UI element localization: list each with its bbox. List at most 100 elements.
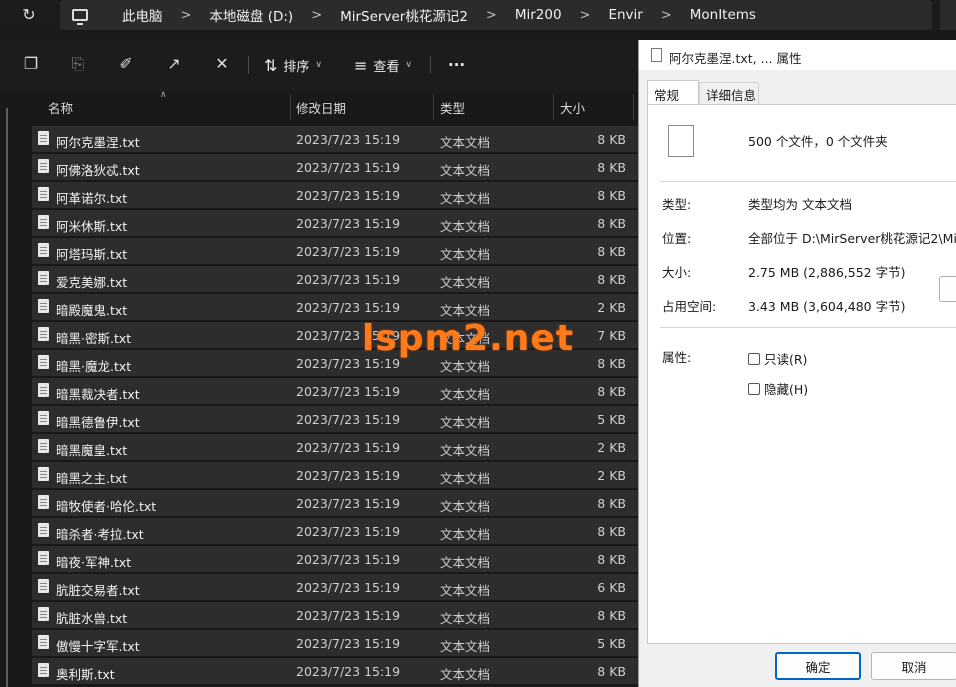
file-row[interactable]: 暗杀者·考拉.txt 2023/7/23 15:19 文本文档 8 KB — [32, 518, 638, 544]
file-date: 2023/7/23 15:19 — [296, 160, 401, 175]
file-row[interactable]: 肮脏水兽.txt 2023/7/23 15:19 文本文档 8 KB — [32, 602, 638, 628]
file-date: 2023/7/23 15:19 — [296, 188, 401, 203]
file-row[interactable]: 暗夜·军神.txt 2023/7/23 15:19 文本文档 8 KB — [32, 546, 638, 572]
file-row[interactable]: 阿尔克墨涅.txt 2023/7/23 15:19 文本文档 8 KB — [32, 126, 638, 152]
file-row[interactable]: 暗殿魔鬼.txt 2023/7/23 15:19 文本文档 2 KB — [32, 294, 638, 320]
file-row[interactable]: 暗黑德鲁伊.txt 2023/7/23 15:19 文本文档 5 KB — [32, 406, 638, 432]
file-name: 傲慢十字军.txt — [56, 639, 140, 654]
file-size: 7 KB — [597, 328, 626, 343]
breadcrumb-item[interactable]: MonItems — [690, 7, 756, 23]
toolbar-divider — [248, 56, 249, 74]
file-type: 文本文档 — [440, 611, 491, 626]
more-options-button[interactable]: ··· — [448, 54, 465, 76]
column-separator[interactable] — [433, 94, 434, 120]
text-file-icon — [38, 495, 49, 509]
paste-icon[interactable]: ⎘ — [68, 54, 88, 74]
column-separator[interactable] — [633, 94, 634, 120]
file-name: 肮脏水兽.txt — [56, 611, 128, 626]
text-file-icon — [38, 187, 49, 201]
file-row[interactable]: 阿革诺尔.txt 2023/7/23 15:19 文本文档 8 KB — [32, 182, 638, 208]
column-date[interactable]: 修改日期 — [296, 98, 346, 117]
column-name[interactable]: 名称 — [48, 98, 73, 117]
file-row[interactable]: 暗黑之主.txt 2023/7/23 15:19 文本文档 2 KB — [32, 462, 638, 488]
file-type: 文本文档 — [440, 443, 491, 458]
computer-icon[interactable] — [72, 9, 88, 25]
file-row[interactable]: 爱克美娜.txt 2023/7/23 15:19 文本文档 8 KB — [32, 266, 638, 292]
text-file-icon — [38, 299, 49, 313]
tab-details[interactable]: 详细信息 — [699, 82, 759, 104]
file-date: 2023/7/23 15:19 — [296, 608, 401, 623]
command-bar: ❐ ⎘ ✐ ↗ ✕ ⇅ 排序 ∨ ≡ 查看 ∨ ··· — [0, 38, 640, 92]
column-type[interactable]: 类型 — [440, 98, 465, 117]
copy-icon[interactable]: ❐ — [21, 54, 41, 74]
tab-general[interactable]: 常规 — [647, 80, 699, 105]
chevron-right-icon[interactable]: > — [580, 8, 591, 23]
file-size: 5 KB — [597, 636, 626, 651]
file-name: 阿佛洛狄忒.txt — [56, 163, 140, 178]
file-name: 暗殿魔鬼.txt — [56, 303, 128, 318]
readonly-checkbox[interactable]: 只读(R) — [748, 349, 807, 368]
file-row[interactable]: 阿佛洛狄忒.txt 2023/7/23 15:19 文本文档 8 KB — [32, 154, 638, 180]
rename-icon[interactable]: ✐ — [116, 54, 136, 74]
checkbox-box[interactable] — [748, 352, 760, 365]
breadcrumb[interactable]: 此电脑 > 本地磁盘 (D:) > MirServer桃花源记2 > Mir20… — [60, 0, 932, 30]
breadcrumb-item[interactable]: Mir200 — [515, 7, 562, 23]
share-icon[interactable]: ↗ — [164, 54, 184, 74]
file-name: 奥利斯.txt — [56, 667, 115, 682]
sort-button[interactable]: ⇅ 排序 ∨ — [264, 54, 322, 76]
dialog-title: 阿尔克墨涅.txt, ... 属性 — [669, 51, 802, 66]
chevron-right-icon[interactable]: > — [661, 8, 672, 23]
file-date: 2023/7/23 15:19 — [296, 244, 401, 259]
file-row[interactable]: 暗黑魔皇.txt 2023/7/23 15:19 文本文档 2 KB — [32, 434, 638, 460]
file-size: 8 KB — [597, 552, 626, 567]
view-label: 查看 — [373, 59, 400, 75]
file-size: 8 KB — [597, 608, 626, 623]
file-type: 文本文档 — [440, 583, 491, 598]
file-name: 暗黑裁决者.txt — [56, 387, 140, 402]
file-row[interactable]: 奥利斯.txt 2023/7/23 15:19 文本文档 8 KB — [32, 658, 638, 684]
chevron-right-icon[interactable]: > — [311, 8, 322, 23]
file-row[interactable]: 阿塔玛斯.txt 2023/7/23 15:19 文本文档 8 KB — [32, 238, 638, 264]
file-date: 2023/7/23 15:19 — [296, 664, 401, 679]
toolbar-divider — [430, 56, 431, 74]
file-row[interactable]: 阿米休斯.txt 2023/7/23 15:19 文本文档 8 KB — [32, 210, 638, 236]
file-row[interactable]: 暗牧使者·哈伦.txt 2023/7/23 15:19 文本文档 8 KB — [32, 490, 638, 516]
file-name: 暗黑德鲁伊.txt — [56, 415, 140, 430]
cancel-button[interactable]: 取消 — [871, 652, 956, 680]
column-separator[interactable] — [553, 94, 554, 120]
file-row[interactable]: 暗黑裁决者.txt 2023/7/23 15:19 文本文档 8 KB — [32, 378, 638, 404]
refresh-icon[interactable]: ↻ — [14, 5, 44, 25]
checkbox-box[interactable] — [748, 382, 760, 395]
breadcrumb-item[interactable]: MirServer桃花源记2 — [340, 5, 468, 25]
file-date: 2023/7/23 15:19 — [296, 132, 401, 147]
delete-icon[interactable]: ✕ — [212, 54, 232, 74]
ok-button[interactable]: 确定 — [775, 652, 861, 680]
file-size: 6 KB — [597, 580, 626, 595]
breadcrumb-item[interactable]: 本地磁盘 (D:) — [209, 5, 293, 25]
dialog-titlebar[interactable]: 阿尔克墨涅.txt, ... 属性 — [639, 40, 956, 70]
chevron-right-icon[interactable]: > — [486, 8, 497, 23]
advanced-button[interactable] — [939, 276, 956, 302]
file-date: 2023/7/23 15:19 — [296, 300, 401, 315]
file-type: 文本文档 — [440, 219, 491, 234]
type-value: 类型均为 文本文档 — [748, 197, 852, 212]
column-size[interactable]: 大小 — [560, 98, 585, 117]
file-size: 8 KB — [597, 496, 626, 511]
file-size: 8 KB — [597, 356, 626, 371]
file-size: 8 KB — [597, 188, 626, 203]
column-separator[interactable] — [290, 94, 291, 120]
view-button[interactable]: ≡ 查看 ∨ — [354, 54, 412, 76]
text-file-icon — [38, 243, 49, 257]
breadcrumb-item[interactable]: 此电脑 — [122, 5, 163, 25]
file-row[interactable]: 肮脏交易者.txt 2023/7/23 15:19 文本文档 6 KB — [32, 574, 638, 600]
file-date: 2023/7/23 15:19 — [296, 272, 401, 287]
hidden-checkbox[interactable]: 隐藏(H) — [748, 379, 808, 398]
search-box[interactable] — [940, 0, 956, 30]
file-list: ∧ 名称 修改日期 类型 大小 阿尔克墨涅.txt 2023/7/23 15:19… — [18, 90, 638, 687]
chevron-right-icon[interactable]: > — [181, 8, 192, 23]
file-size: 8 KB — [597, 160, 626, 175]
text-file-icon — [38, 411, 49, 425]
file-row[interactable]: 傲慢十字军.txt 2023/7/23 15:19 文本文档 5 KB — [32, 630, 638, 656]
disk-size-label: 占用空间: — [662, 299, 717, 314]
breadcrumb-item[interactable]: Envir — [608, 7, 642, 23]
